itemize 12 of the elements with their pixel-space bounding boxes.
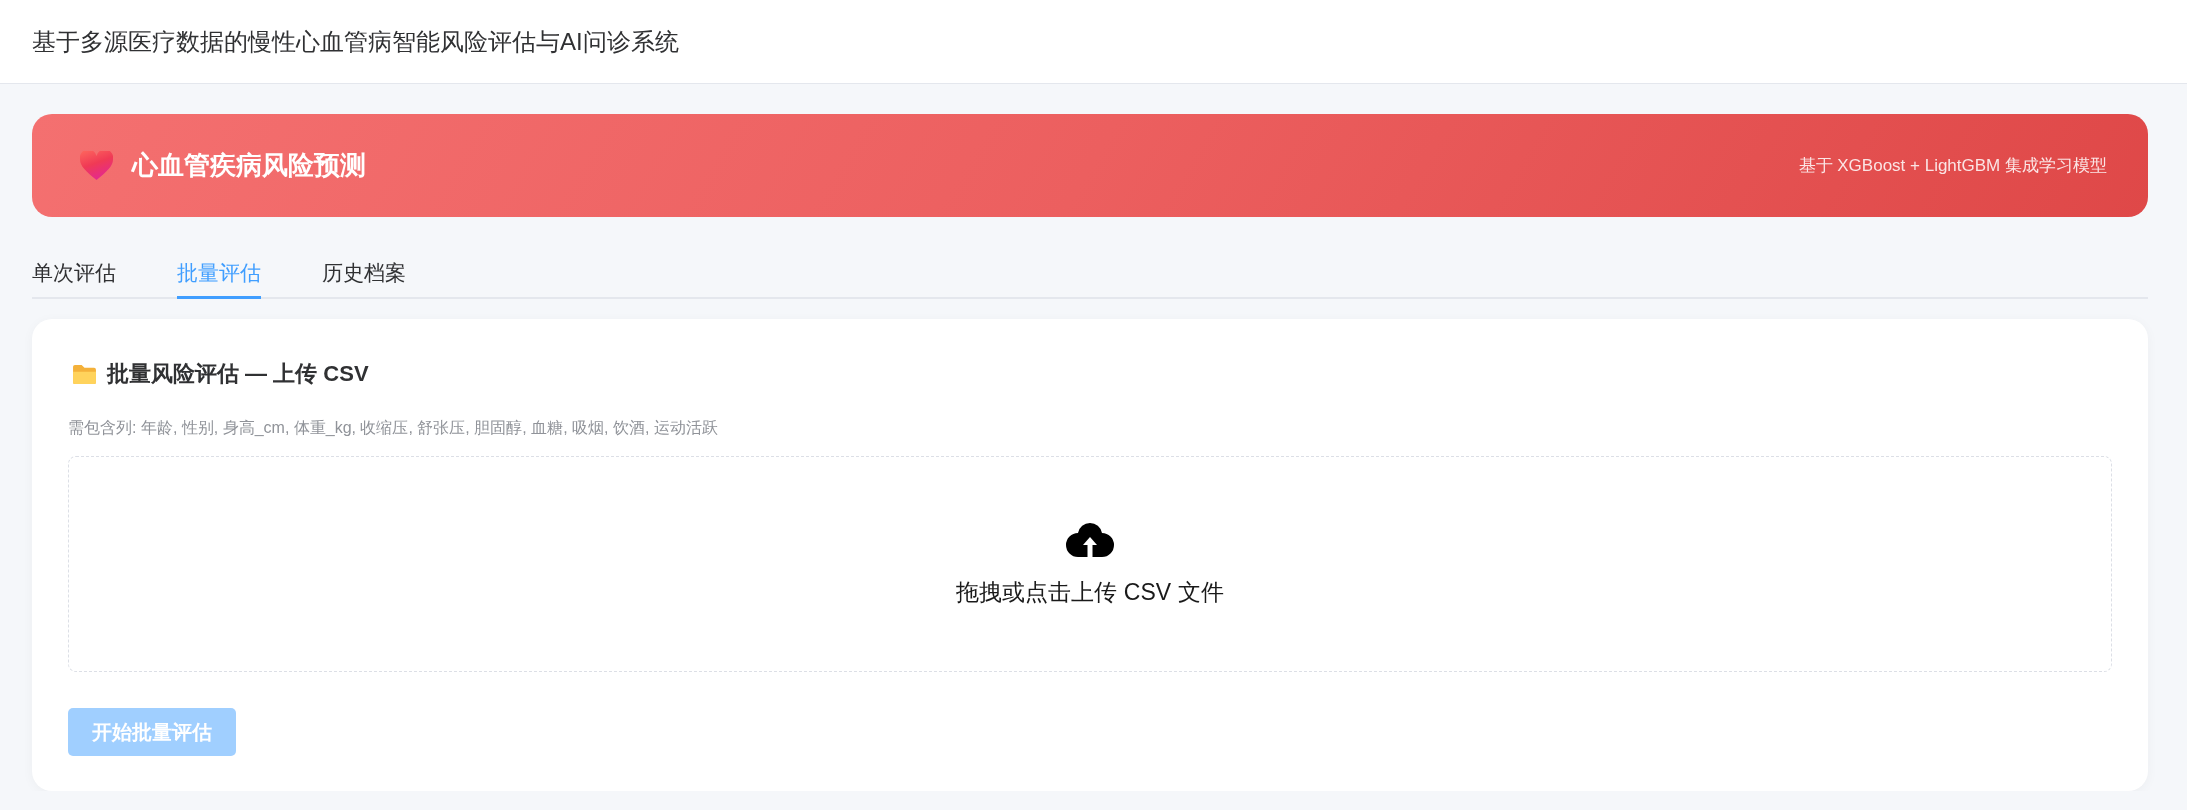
banner-subtitle: 基于 XGBoost + LightGBM 集成学习模型 [1798,155,2107,177]
folder-icon [72,363,97,385]
heart-icon [80,151,113,180]
card-title: 批量风险评估 — 上传 CSV [107,360,369,388]
upload-dropzone[interactable]: 拖拽或点击上传 CSV 文件 [68,456,2112,672]
tab[interactable]: 单次评估 [32,251,116,299]
tab[interactable]: 历史档案 [322,251,406,299]
banner-title: 心血管疾病风险预测 [132,149,366,182]
cloud-upload-icon [1066,521,1114,557]
app-title: 基于多源医疗数据的慢性心血管病智能风险评估与AI问诊系统 [32,26,679,57]
upload-prompt: 拖拽或点击上传 CSV 文件 [956,577,1224,607]
required-columns-hint: 需包含列: 年龄, 性别, 身高_cm, 体重_kg, 收缩压, 舒张压, 胆固醇, 血糖, 吸烟, 饮酒, 运动活跃 [68,418,719,438]
